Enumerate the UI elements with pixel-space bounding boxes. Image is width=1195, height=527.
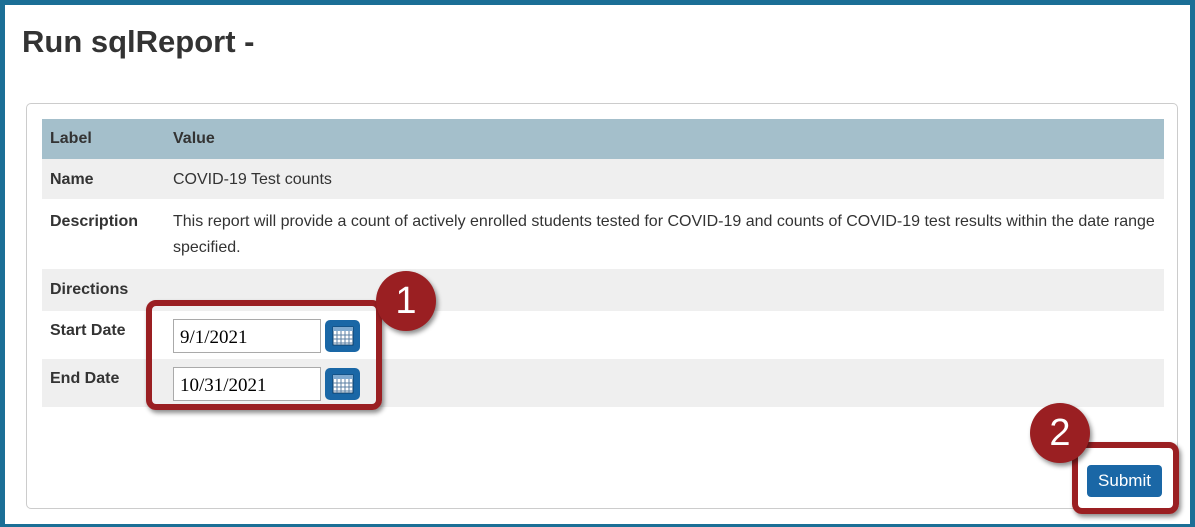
row-value-name: COVID-19 Test counts	[165, 159, 1164, 199]
table-row-description: Description This report will provide a c…	[42, 199, 1164, 269]
row-label-description: Description	[42, 199, 165, 269]
column-header-value: Value	[165, 119, 1164, 159]
table-header-row: Label Value	[42, 119, 1164, 159]
submit-button[interactable]: Submit	[1087, 465, 1162, 497]
row-label-name: Name	[42, 159, 165, 199]
date-fields-highlight-box	[146, 300, 382, 410]
row-value-description: This report will provide a count of acti…	[165, 199, 1164, 269]
step-2-badge: 2	[1030, 403, 1090, 463]
table-row-name: Name COVID-19 Test counts	[42, 159, 1164, 199]
column-header-label: Label	[42, 119, 165, 159]
step-1-badge: 1	[376, 271, 436, 331]
page-title: Run sqlReport -	[22, 24, 255, 59]
